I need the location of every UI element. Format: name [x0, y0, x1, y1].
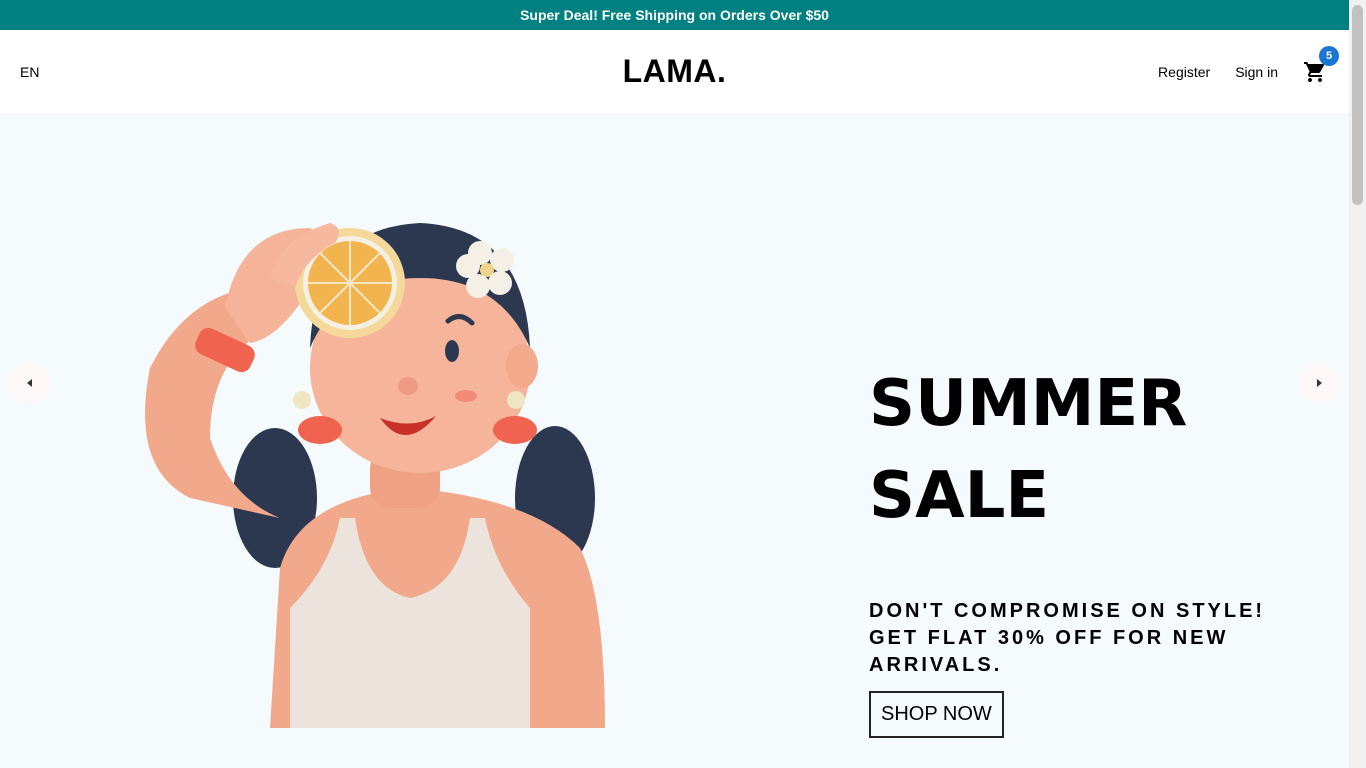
announcement-bar: Super Deal! Free Shipping on Orders Over… [0, 0, 1349, 30]
register-link[interactable]: Register [1158, 64, 1210, 80]
hero-info: SUMMER SALE DON'T COMPROMISE ON STYLE! G… [869, 358, 1309, 738]
logo[interactable]: LAMA. [0, 53, 1349, 90]
nav-actions: Register Sign in 5 [1158, 45, 1339, 84]
signin-link[interactable]: Sign in [1235, 64, 1278, 80]
arrow-left-icon [27, 379, 32, 387]
slider-next-button[interactable] [1299, 363, 1339, 403]
hero-title: SUMMER SALE [869, 367, 1188, 533]
announcement-text: Super Deal! Free Shipping on Orders Over… [520, 7, 829, 23]
hero-slider: SUMMER SALE DON'T COMPROMISE ON STYLE! G… [0, 113, 1349, 768]
arrow-right-icon [1317, 379, 1322, 387]
slider-prev-button[interactable] [10, 363, 50, 403]
cart-count-badge: 5 [1319, 45, 1339, 66]
girl-illustration [145, 223, 605, 728]
shop-now-button[interactable]: SHOP NOW [869, 691, 1004, 738]
hero-description: DON'T COMPROMISE ON STYLE! GET FLAT 30% … [869, 600, 1266, 676]
scrollbar-thumb[interactable] [1352, 5, 1363, 205]
page-scrollbar[interactable] [1349, 0, 1366, 768]
cart-button[interactable]: 5 [1303, 45, 1339, 84]
navbar: EN LAMA. Register Sign in 5 [0, 30, 1349, 113]
